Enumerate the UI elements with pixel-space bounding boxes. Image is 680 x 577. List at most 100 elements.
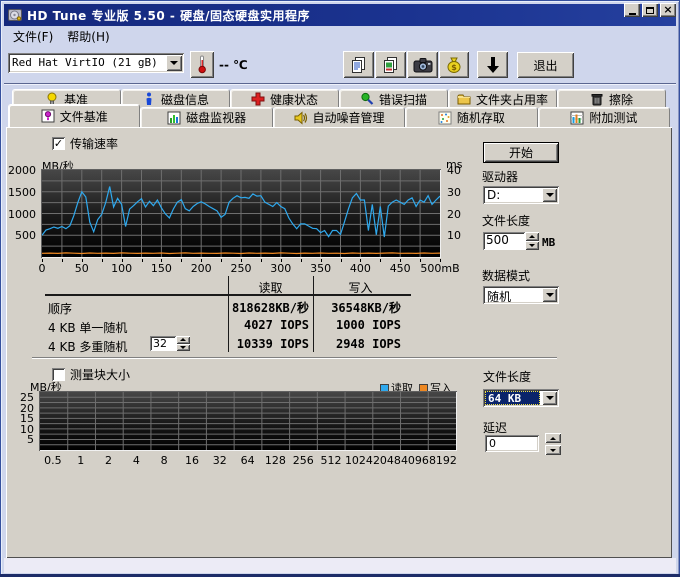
tick-label: 128	[262, 454, 290, 467]
register-button[interactable]: $	[439, 51, 469, 78]
tick-label: 350	[301, 262, 341, 275]
delay-down-button[interactable]	[545, 445, 561, 455]
spin-up-button[interactable]	[525, 232, 539, 241]
window-title: HD Tune 专业版 5.50 - 硬盘/固态硬盘实用程序	[27, 7, 310, 24]
checkbox-box[interactable]: ✓	[52, 137, 65, 150]
info-icon	[142, 92, 156, 106]
exit-button[interactable]: 退出	[517, 52, 574, 78]
temperature-button[interactable]	[190, 51, 214, 78]
section-divider	[32, 357, 557, 359]
tick-label: 200	[181, 262, 221, 275]
copy-text-button[interactable]	[343, 51, 374, 78]
tick-label: 1000	[8, 208, 36, 221]
tab-erase[interactable]: 擦除	[557, 89, 666, 108]
minimize-button[interactable]	[624, 3, 640, 17]
chevron-down-icon	[546, 293, 554, 297]
copy-screenshot-button[interactable]	[375, 51, 406, 78]
block-length-dropdown-button[interactable]	[542, 391, 557, 405]
maximize-button[interactable]	[642, 3, 658, 17]
speaker-icon	[294, 111, 308, 125]
drive-select-combobox[interactable]: Red Hat VirtIO (21 gB)	[8, 53, 184, 73]
tab-auto-acoustic[interactable]: 自动噪音管理	[273, 107, 405, 127]
tick-label: 150	[141, 262, 181, 275]
spin-down-button[interactable]	[525, 241, 539, 250]
drive-select-value: Red Hat VirtIO (21 gB)	[8, 53, 164, 73]
magnifier-icon	[360, 92, 374, 106]
tick-label: 256	[289, 454, 317, 467]
y-axis-labels: 200015001000500	[6, 170, 38, 257]
copy-image-icon	[382, 56, 400, 74]
file-benchmark-icon	[41, 109, 55, 123]
menu-help[interactable]: 帮助(H)	[60, 26, 116, 47]
block-size-checkbox[interactable]: 测量块大小	[52, 366, 130, 383]
row-sequential-label: 顺序	[48, 300, 72, 317]
y-axis-labels: 252015105	[6, 392, 36, 450]
minimize-icon	[629, 13, 636, 15]
hd-tune-window: HD Tune 专业版 5.50 - 硬盘/固态硬盘实用程序 × 文件(F) 帮…	[0, 0, 680, 577]
tab-error-scan[interactable]: 错误扫描	[339, 89, 448, 108]
close-button[interactable]: ×	[660, 3, 676, 17]
app-icon[interactable]	[8, 8, 22, 22]
transfer-rate-chart	[41, 169, 441, 258]
tick-label: 40	[447, 164, 461, 177]
tick-label: 512	[317, 454, 345, 467]
tick-label: 250	[221, 262, 261, 275]
scatter-dots-icon	[438, 111, 452, 125]
tick-label: 0	[22, 262, 62, 275]
data-mode-combobox[interactable]: 随机	[483, 286, 559, 304]
tab-folder-usage[interactable]: 文件夹占用率	[448, 89, 557, 108]
tick-label: 400	[340, 262, 380, 275]
queue-depth-value[interactable]: 32	[150, 336, 176, 351]
extra-chart-icon	[570, 111, 584, 125]
delay-up-button[interactable]	[545, 433, 561, 443]
block-file-length-combobox[interactable]: 64 KB	[483, 389, 559, 407]
tick-label: 1	[67, 454, 95, 467]
tick-label: 10	[447, 229, 461, 242]
tab-extra-tests[interactable]: 附加测试	[538, 107, 670, 127]
up-arrow-icon	[550, 437, 556, 440]
camera-icon	[413, 57, 433, 73]
down-arrow-icon	[180, 346, 186, 349]
close-icon: ×	[663, 4, 672, 15]
sequential-read-value: 818628KB/秒	[229, 299, 309, 316]
delay-label: 延迟	[483, 419, 507, 436]
tab-health[interactable]: 健康状态	[230, 89, 339, 108]
drive-select-dropdown-button[interactable]	[166, 55, 182, 71]
menu-file[interactable]: 文件(F)	[6, 26, 60, 47]
tab-disk-monitor[interactable]: 磁盘监视器	[140, 107, 272, 127]
menu-bar: 文件(F) 帮助(H)	[4, 26, 676, 47]
tab-file-benchmark[interactable]: 文件基准	[8, 104, 140, 127]
x-axis-labels: 050100150200250300350400450500mB	[42, 262, 440, 275]
row-4k-multi-label: 4 KB 多重随机	[48, 338, 127, 355]
data-mode-dropdown-button[interactable]	[542, 288, 557, 302]
tick-label: 4096	[401, 454, 429, 467]
file-length-value[interactable]: 500	[483, 232, 525, 250]
tick-label: 100	[102, 262, 142, 275]
save-screenshot-button[interactable]	[407, 51, 438, 78]
folder-icon	[457, 92, 471, 106]
tick-label: 1024	[345, 454, 373, 467]
tick-label: 4	[122, 454, 150, 467]
up-arrow-icon	[180, 338, 186, 341]
data-mode-value: 随机	[483, 286, 540, 304]
target-drive-combobox[interactable]: D:	[483, 186, 559, 204]
file-length-spinner[interactable]: 500	[483, 232, 539, 250]
sequential-write-value: 36548KB/秒	[315, 299, 401, 316]
spin-up-button[interactable]	[176, 336, 190, 344]
delay-input[interactable]: 0	[485, 435, 539, 452]
drive-dropdown-button[interactable]	[542, 188, 557, 202]
row-4k-single-label: 4 KB 单一随机	[48, 319, 127, 336]
chevron-down-icon	[546, 396, 554, 400]
file-benchmark-page: ✓ 传输速率 MB/秒 ms 200015001000500 40302010 …	[6, 127, 672, 558]
tick-label: 8	[150, 454, 178, 467]
tab-random-access[interactable]: 随机存取	[405, 107, 537, 127]
transfer-rate-checkbox[interactable]: ✓ 传输速率	[52, 135, 118, 152]
tick-label: 30	[447, 186, 461, 199]
start-button[interactable]: 开始	[483, 142, 559, 163]
spin-down-button[interactable]	[176, 344, 190, 352]
queue-depth-spinner[interactable]: 32	[150, 336, 190, 351]
health-cross-icon	[251, 92, 265, 106]
svg-text:$: $	[451, 63, 457, 72]
up-arrow-icon	[529, 235, 535, 238]
scroll-down-button[interactable]	[477, 51, 508, 78]
